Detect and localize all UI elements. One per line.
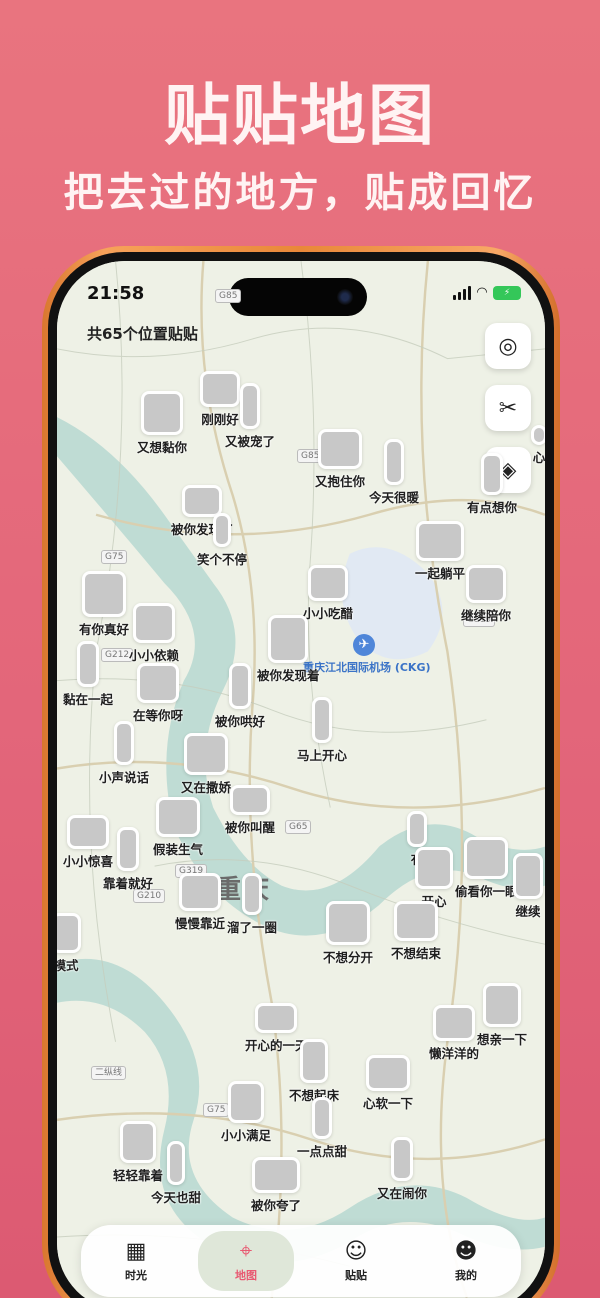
tab-label: 时光 <box>125 1269 147 1282</box>
phone-frame: 21:58 ◠ ⚡ 共65个位置贴贴 ◎ ✂ ◈ G85 G85 G75 G21… <box>42 246 560 1298</box>
road-tag: G75 <box>101 550 128 564</box>
sticker[interactable]: 心 <box>531 425 545 466</box>
sticker[interactable]: 又被宠了 <box>225 383 275 450</box>
sticker[interactable]: 被你夸了 <box>251 1157 301 1214</box>
road-tag: G85 <box>215 289 242 303</box>
sticker[interactable]: 不想结束 <box>391 901 441 962</box>
sticker[interactable]: 假装生气 <box>153 797 203 858</box>
cut-button[interactable]: ✂ <box>485 385 531 431</box>
tab-label: 贴贴 <box>345 1269 367 1282</box>
tab-timeline[interactable]: ▦ 时光 <box>88 1231 184 1291</box>
camera-lens <box>337 289 353 305</box>
profile-icon: ☻ <box>454 1239 478 1264</box>
status-time: 21:58 <box>87 283 145 304</box>
sticker[interactable]: 马上开心 <box>297 697 347 764</box>
status-icons: ◠ ⚡ <box>453 285 521 300</box>
sticker[interactable]: 继续陪你 <box>461 565 511 624</box>
sticker[interactable]: 又抱住你 <box>315 429 365 490</box>
cellular-icon <box>453 285 471 300</box>
sticker[interactable]: 被你叫醒 <box>225 785 275 836</box>
sticker[interactable]: 又在闹你 <box>377 1137 427 1202</box>
target-icon: ◎ <box>498 333 518 359</box>
sticker[interactable]: 模式 <box>57 913 81 974</box>
battery-icon: ⚡ <box>493 285 521 300</box>
tab-label: 地图 <box>235 1269 257 1282</box>
tab-label: 我的 <box>455 1269 477 1282</box>
sticker[interactable]: 又想黏你 <box>137 391 187 456</box>
sticker-icon: ☺ <box>344 1239 368 1264</box>
phone-bezel: 21:58 ◠ ⚡ 共65个位置贴贴 ◎ ✂ ◈ G85 G85 G75 G21… <box>48 252 554 1298</box>
sticker[interactable]: 被你发现着 <box>257 615 320 684</box>
road-tag: G65 <box>285 820 312 834</box>
sticker[interactable]: 笑个不停 <box>197 513 247 568</box>
dynamic-island <box>229 278 367 316</box>
sticker[interactable]: 在等你呀 <box>133 663 183 724</box>
sticker[interactable]: 被你哄好 <box>215 663 265 730</box>
tab-profile[interactable]: ☻ 我的 <box>418 1231 514 1291</box>
sticker[interactable]: 今天很暖 <box>369 439 419 506</box>
hero-subtitle: 把去过的地方，贴成回忆 <box>63 170 537 216</box>
sticker[interactable]: 一点点甜 <box>297 1097 347 1160</box>
tab-map[interactable]: ⌖ 地图 <box>198 1231 294 1291</box>
wifi-icon: ◠ <box>477 285 487 300</box>
airport-label: 重庆江北国际机场 (CKG) <box>303 661 431 674</box>
sticker[interactable]: 偷看你一眼 <box>455 837 518 900</box>
sticker[interactable]: 不想分开 <box>323 901 373 966</box>
sticker[interactable]: 有你真好 <box>79 571 129 638</box>
sticker[interactable]: 懒洋洋的 <box>429 1005 479 1062</box>
map-pin-icon: ⌖ <box>239 1239 253 1264</box>
scissors-icon: ✂ <box>498 395 518 421</box>
sticker[interactable]: 慢慢靠近 <box>175 873 225 932</box>
sticker[interactable]: 不想起床 <box>289 1039 339 1104</box>
sticker[interactable]: 小小依赖 <box>129 603 179 664</box>
sticker[interactable]: 黏在一起 <box>63 641 113 708</box>
tab-bar: ▦ 时光 ⌖ 地图 ☺ 贴贴 ☻ 我的 <box>81 1225 521 1297</box>
app-screen: 21:58 ◠ ⚡ 共65个位置贴贴 ◎ ✂ ◈ G85 G85 G75 G21… <box>57 261 545 1298</box>
sticker[interactable]: 心软一下 <box>363 1055 413 1112</box>
hero-title: 贴贴地图 <box>164 77 436 154</box>
location-count: 共65个位置贴贴 <box>87 325 198 343</box>
sticker[interactable]: 小小吃醋 <box>303 565 353 622</box>
sticker[interactable]: 又在撒娇 <box>181 733 231 796</box>
sticker[interactable]: 一起躺平 <box>415 521 465 582</box>
sticker[interactable]: 有点想你 <box>467 453 517 516</box>
sticker[interactable]: 今天也甜 <box>151 1141 201 1206</box>
sticker[interactable]: 继续 <box>513 853 543 920</box>
tab-stickers[interactable]: ☺ 贴贴 <box>308 1231 404 1291</box>
airport-icon: ✈ <box>353 634 375 656</box>
sticker[interactable]: 想亲一下 <box>477 983 527 1048</box>
sticker[interactable]: 溜了一圈 <box>227 873 277 936</box>
road-tag: 二纵线 <box>91 1066 127 1080</box>
calendar-icon: ▦ <box>125 1239 147 1264</box>
sticker[interactable]: 靠着就好 <box>103 827 153 892</box>
locate-button[interactable]: ◎ <box>485 323 531 369</box>
sticker[interactable]: 小声说话 <box>99 721 149 786</box>
sticker[interactable]: 小小满足 <box>221 1081 271 1144</box>
